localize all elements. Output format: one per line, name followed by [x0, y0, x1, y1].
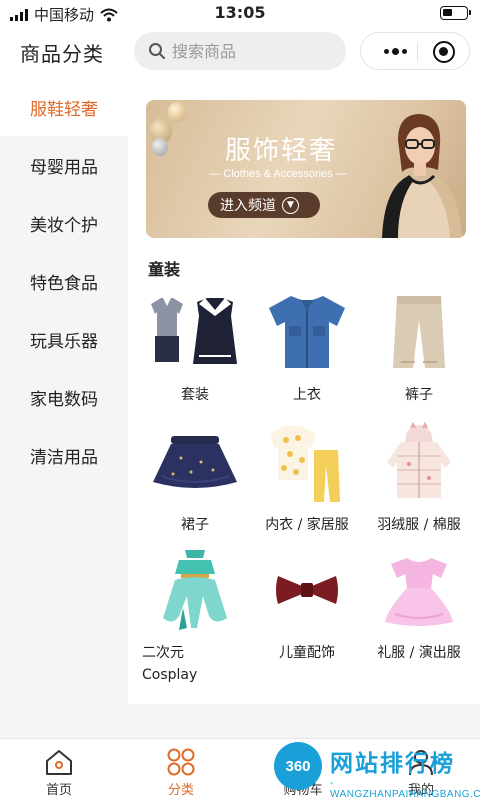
clock: 13:05	[214, 3, 266, 22]
skirt-icon	[153, 436, 237, 488]
product-tile-tops[interactable]: 上衣	[252, 290, 362, 406]
home-icon	[46, 750, 72, 775]
tab-home-label: 首页	[45, 783, 72, 798]
product-name: 上衣	[293, 387, 321, 403]
homewear-icon	[270, 426, 340, 502]
dress-icon	[385, 558, 453, 626]
product-tile-cosplay[interactable]: 二次元 Cosplay	[140, 548, 250, 686]
battery-icon	[440, 6, 471, 20]
kids-suit-icon	[151, 298, 237, 364]
sidebar-item-toys[interactable]: 玩具乐器	[0, 310, 128, 368]
category-sidebar: 服鞋轻奢 母婴用品 美妆个护 特色食品 玩具乐器 家电数码 清洁用品	[0, 78, 128, 704]
product-tile-dress[interactable]: 礼服 / 演出服	[364, 548, 474, 664]
promo-banner[interactable]: 服饰轻奢 — Clothes & Accessories — 进入频道 ▼	[146, 100, 466, 238]
balloon-icon	[152, 138, 168, 156]
mini-program-capsule	[360, 32, 470, 70]
shirt-icon	[269, 296, 345, 368]
pants-icon	[393, 296, 445, 368]
product-tile-down-jacket[interactable]: 羽绒服 / 棉服	[364, 420, 474, 536]
sidebar-item-baby[interactable]: 母婴用品	[0, 136, 128, 194]
enter-channel-label: 进入频道	[220, 198, 276, 214]
product-name: 羽绒服 / 棉服	[377, 517, 461, 533]
search-input[interactable]	[172, 41, 332, 61]
chevron-down-icon: ▼	[282, 196, 299, 214]
sidebar-item-beauty[interactable]: 美妆个护	[0, 194, 128, 252]
product-name: 套装	[181, 387, 209, 403]
enter-channel-button[interactable]: 进入频道 ▼	[208, 192, 320, 218]
product-tile-homewear[interactable]: 内衣 / 家居服	[252, 420, 362, 536]
banner-title: 服饰轻奢	[224, 136, 337, 166]
banner-subtitle: — Clothes & Accessories —	[209, 168, 347, 180]
watermark-url: -WANGZHANPAIHANGBANG.CN-	[330, 778, 480, 800]
watermark-title: 网站排行榜	[330, 751, 455, 777]
product-tile-accessories[interactable]: 儿童配饰	[252, 548, 362, 664]
product-name: 礼服 / 演出服	[377, 645, 461, 661]
category-content: 服饰轻奢 — Clothes & Accessories — 进入频道 ▼ 童装	[128, 78, 480, 704]
capsule-divider	[417, 43, 418, 61]
product-name-line2: Cosplay	[142, 667, 198, 683]
header: 商品分类	[0, 26, 480, 78]
section-title: 童装	[148, 260, 181, 279]
sidebar-item-electronics[interactable]: 家电数码	[0, 368, 128, 426]
down-jacket-icon	[387, 422, 451, 498]
fashion-model-image	[382, 114, 462, 238]
watermark-badge: 360	[274, 742, 322, 790]
sidebar-item-cleaning[interactable]: 清洁用品	[0, 426, 128, 484]
watermark: 360 网站排行榜 -WANGZHANPAIHANGBANG.CN-	[274, 740, 480, 800]
page-title: 商品分类	[20, 42, 104, 66]
sidebar-item-food[interactable]: 特色食品	[0, 252, 128, 310]
product-tile-pants[interactable]: 裤子	[364, 290, 474, 406]
tab-category[interactable]: 分类	[146, 745, 216, 798]
product-tile-skirt[interactable]: 裙子	[140, 420, 250, 536]
product-name: 内衣 / 家居服	[265, 517, 349, 533]
tab-category-label: 分类	[167, 783, 194, 798]
status-bar: 中国移动 13:05	[0, 0, 480, 26]
product-name: 裤子	[405, 387, 433, 403]
product-name: 二次元 Cosplay	[140, 642, 250, 686]
search-box[interactable]	[134, 32, 346, 70]
category-grid-icon	[167, 748, 195, 776]
bow-tie-icon	[276, 576, 338, 604]
balloon-icon	[168, 102, 186, 122]
sidebar-item-fashion[interactable]: 服鞋轻奢	[0, 78, 128, 136]
product-name: 儿童配饰	[279, 645, 335, 661]
cosplay-costume-icon	[163, 550, 227, 630]
product-tile-suit[interactable]: 套装	[140, 290, 250, 406]
product-name-line1: 二次元	[142, 645, 184, 661]
tab-home[interactable]: 首页	[24, 745, 94, 798]
product-name: 裙子	[181, 517, 209, 533]
more-icon[interactable]	[375, 33, 415, 69]
search-icon	[149, 43, 165, 59]
close-program-icon[interactable]	[433, 41, 455, 63]
